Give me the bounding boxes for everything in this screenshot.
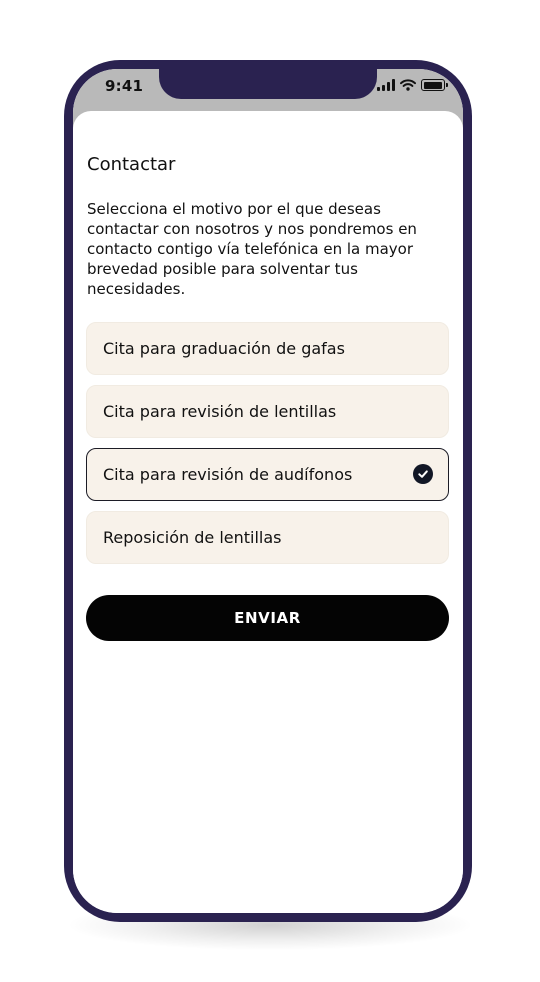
option-graduacion-gafas[interactable]: Cita para graduación de gafas: [86, 322, 449, 375]
option-label: Cita para revisión de audífonos: [103, 465, 353, 484]
option-label: Reposición de lentillas: [103, 528, 282, 547]
option-reposicion-lentillas[interactable]: Reposición de lentillas: [86, 511, 449, 564]
status-icons: [377, 78, 448, 92]
page-description: Selecciona el motivo por el que deseas c…: [87, 200, 417, 298]
option-label: Cita para graduación de gafas: [103, 339, 345, 358]
battery-icon: [421, 79, 448, 91]
phone-notch: [159, 60, 377, 99]
option-revision-audifonos[interactable]: Cita para revisión de audífonos: [86, 448, 449, 501]
status-time: 9:41: [105, 77, 144, 95]
page-title: Contactar: [87, 154, 176, 175]
wifi-icon: [400, 79, 416, 91]
check-icon: [413, 464, 433, 484]
submit-button[interactable]: ENVIAR: [86, 595, 449, 641]
option-label: Cita para revisión de lentillas: [103, 402, 337, 421]
option-revision-lentillas[interactable]: Cita para revisión de lentillas: [86, 385, 449, 438]
signal-icon: [377, 79, 395, 91]
